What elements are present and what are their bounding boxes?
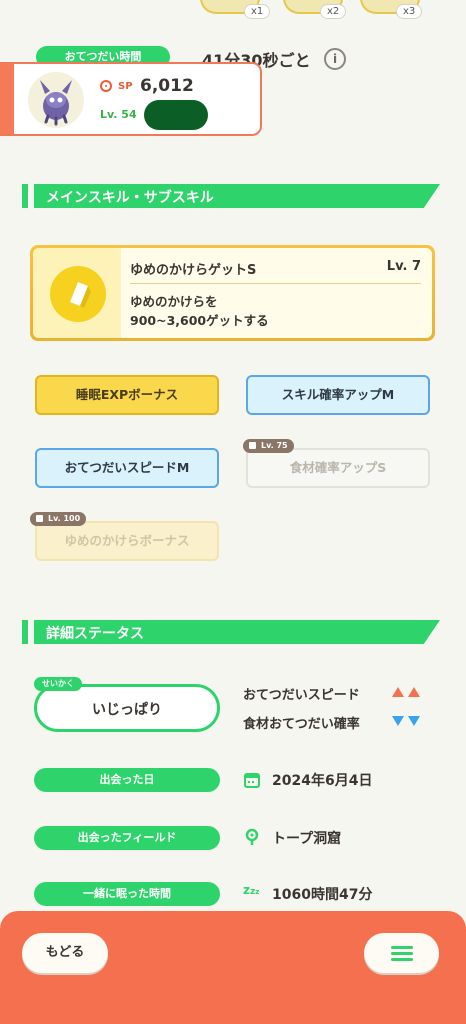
details-section-header: 詳細ステータス xyxy=(22,620,440,644)
nature-value: いじっぱり xyxy=(92,702,162,718)
met-date-value: 2024年6月4日 xyxy=(272,773,373,789)
main-skill-card[interactable]: ゆめのかけらゲットS Lv. 7 ゆめのかけらを 900~3,600ゲットする xyxy=(30,245,435,341)
location-pin-icon xyxy=(245,828,259,845)
sub-skill-ingredient-finder-s[interactable]: 食材確率アップS xyxy=(246,448,430,488)
pokemon-sprite-icon xyxy=(40,80,72,126)
calendar-icon xyxy=(244,773,260,788)
lock-badge-lv100: Lv. 100 xyxy=(30,512,87,526)
met-field-label: 出会ったフィールド xyxy=(34,826,220,850)
menu-icon xyxy=(391,946,413,949)
info-icon[interactable]: i xyxy=(324,48,346,70)
main-skill-level: Lv. 7 xyxy=(386,259,421,274)
lock-badge-lv75: Lv. 75 xyxy=(243,439,294,453)
details-section-title: 詳細ステータス xyxy=(46,626,144,642)
divider xyxy=(130,283,421,284)
zzz-icon: zzz xyxy=(243,883,260,897)
sub-skill-skill-trigger-m[interactable]: スキル確率アップM xyxy=(246,375,430,415)
sub-skill-dream-shard-bonus[interactable]: ゆめのかけらボーナス xyxy=(35,521,219,561)
pokemon-avatar xyxy=(28,72,84,128)
met-field-value: トープ洞窟 xyxy=(272,831,342,847)
multiplier-badge-2: x2 xyxy=(320,4,347,19)
menu-button[interactable] xyxy=(364,933,439,973)
double-up-arrow-icon xyxy=(392,687,420,697)
double-down-arrow-icon xyxy=(392,716,420,726)
nature-down-stat: 食材おてつだい確率 xyxy=(243,717,360,732)
multiplier-badge-3: x3 xyxy=(396,4,423,19)
main-skill-description: ゆめのかけらを 900~3,600ゲットする xyxy=(130,294,269,328)
sp-icon xyxy=(100,80,112,92)
sp-label: SP xyxy=(118,81,133,92)
redacted-name-mark xyxy=(144,100,208,130)
main-skill-icon-area xyxy=(33,248,121,338)
pokemon-card[interactable]: SP 6,012 Lv. 54 xyxy=(0,62,262,136)
met-date-label: 出会った日 xyxy=(34,768,220,792)
main-skill-name: ゆめのかけらゲットS xyxy=(130,263,257,278)
sleep-time-label: 一緒に眠った時間 xyxy=(34,882,220,906)
nature-box[interactable]: いじっぱり xyxy=(34,684,220,732)
back-button[interactable]: もどる xyxy=(22,933,108,973)
sub-skill-helping-speed-m[interactable]: おてつだいスピードM xyxy=(35,448,219,488)
sleep-time-value: 1060時間47分 xyxy=(272,887,373,903)
nature-up-stat: おてつだいスピード xyxy=(243,688,360,703)
card-accent xyxy=(0,64,14,134)
pokemon-level: Lv. 54 xyxy=(100,108,137,121)
sp-value: 6,012 xyxy=(140,76,194,96)
multiplier-badge-1: x1 xyxy=(244,4,271,19)
nature-tag: せいかく xyxy=(34,677,82,691)
sub-skill-sleep-exp-bonus[interactable]: 睡眠EXPボーナス xyxy=(35,375,219,415)
skills-section-title: メインスキル・サブスキル xyxy=(46,190,214,206)
dream-shard-icon xyxy=(50,266,106,322)
skills-section-header: メインスキル・サブスキル xyxy=(22,184,440,208)
